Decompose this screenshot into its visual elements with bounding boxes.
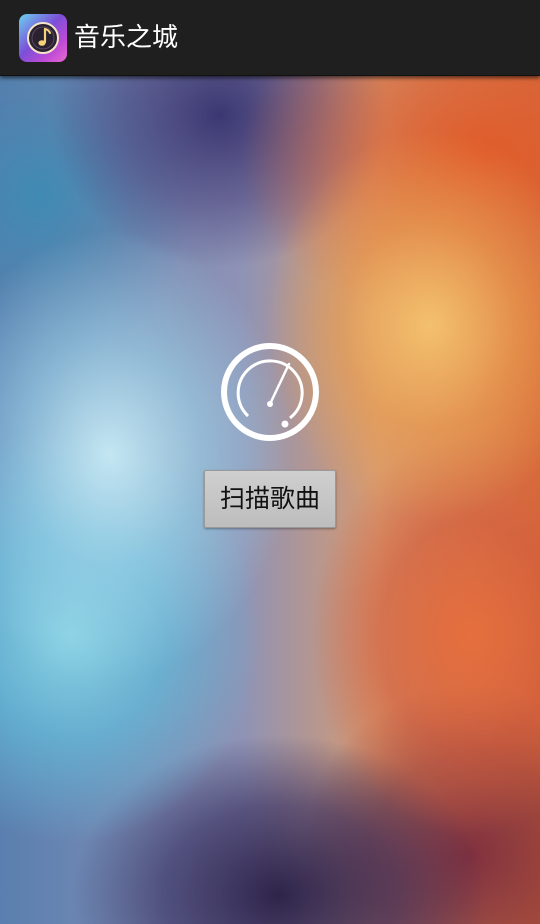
music-note-disc-icon <box>27 22 59 54</box>
app-icon[interactable] <box>19 14 67 62</box>
app-title: 音乐之城 <box>74 23 179 53</box>
dial-icon <box>220 342 320 442</box>
scan-songs-button[interactable]: 扫描歌曲 <box>204 470 336 528</box>
app-screen: 音乐之城 扫描歌曲 <box>0 0 540 924</box>
action-bar: 音乐之城 <box>0 0 540 76</box>
